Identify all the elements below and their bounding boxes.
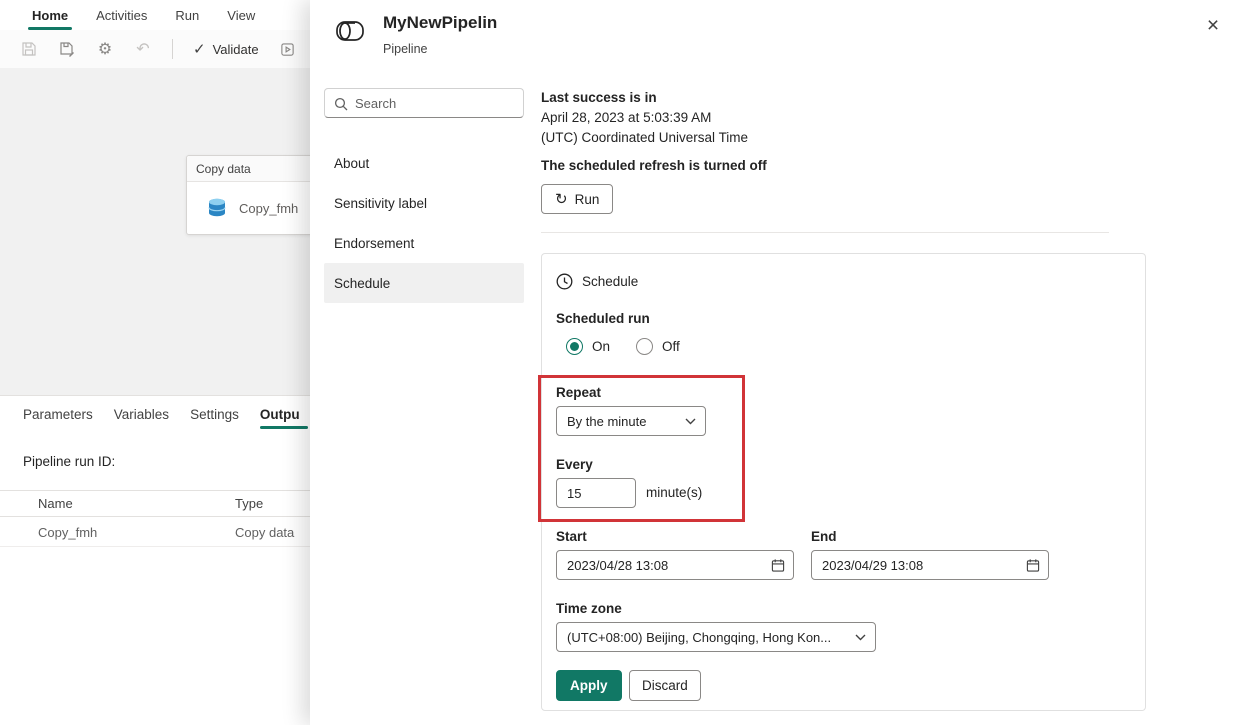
radio-off-label: Off [662,339,680,354]
copy-data-icon [205,196,229,220]
ribbon-menubar: Home Activities Run View [0,0,310,30]
every-field [556,478,636,508]
nav-item-about[interactable]: About [324,143,524,183]
radio-off-circle [636,338,654,355]
discard-button[interactable]: Discard [629,670,701,701]
calendar-icon[interactable] [1026,558,1040,573]
refresh-icon: ↻ [555,190,568,208]
pipeline-icon [330,11,370,51]
radio-off[interactable]: Off [636,338,680,355]
tab-output[interactable]: Outpu [259,396,308,432]
pipeline-run-id-label: Pipeline run ID: [23,454,116,469]
save-as-icon[interactable] [58,40,76,58]
end-label: End [811,529,837,544]
last-success-label: Last success is in [541,90,657,105]
start-label: Start [556,529,587,544]
pipeline-editor-workspace: Home Activities Run View ⚙ ↶ ✓ Validate [0,0,310,725]
copy-activity-header: Copy data [187,156,310,182]
every-input[interactable] [557,485,635,501]
toolbar-divider [172,39,173,59]
chevron-down-icon [685,418,696,424]
start-date-field [556,550,794,580]
pipeline-canvas[interactable]: Copy data Copy_fmh [0,68,310,395]
start-date-input[interactable] [557,557,771,573]
tab-view[interactable]: View [213,0,269,30]
dialog-search [324,88,524,118]
scheduled-run-radio-group: On Off [566,338,680,355]
undo-icon[interactable]: ↶ [134,40,152,58]
cell-activity-name: Copy_fmh [38,525,98,540]
scheduled-run-label: Scheduled run [556,311,650,326]
output-panel-tabs: Parameters Variables Settings Outpu [0,396,310,432]
schedule-card-title: Schedule [582,274,639,289]
table-row[interactable]: Copy_fmh Copy data [0,517,310,547]
radio-on-circle [566,338,583,355]
validate-label: Validate [212,41,259,57]
tab-activities[interactable]: Activities [82,0,161,30]
repeat-label: Repeat [556,385,602,400]
timezone-label: Time zone [556,601,622,616]
column-name: Name [38,496,73,511]
output-table-header: Name Type [0,490,310,517]
pipeline-settings-dialog: MyNewPipelin Pipeline × About Sensitivit… [310,0,1239,725]
refresh-status-text: The scheduled refresh is turned off [541,158,767,173]
nav-item-endorsement[interactable]: Endorsement [324,223,524,263]
repeat-dropdown-value: By the minute [567,413,647,429]
column-type: Type [235,496,264,511]
validate-button[interactable]: ✓ Validate [193,40,259,58]
save-icon[interactable] [20,40,38,58]
radio-on-label: On [592,339,611,354]
dialog-content: Last success is in April 28, 2023 at 5:0… [540,0,1230,725]
settings-gear-icon[interactable]: ⚙ [96,40,114,58]
dialog-title: MyNewPipelin [383,13,498,32]
app-root: Home Activities Run View ⚙ ↶ ✓ Validate [0,0,1239,725]
tab-settings[interactable]: Settings [190,396,239,432]
check-icon: ✓ [193,41,206,58]
tab-home[interactable]: Home [18,0,82,30]
tab-parameters[interactable]: Parameters [23,396,93,432]
output-panel: Parameters Variables Settings Outpu Pipe… [0,395,310,725]
timezone-dropdown-value: (UTC+08:00) Beijing, Chongqing, Hong Kon… [567,629,832,645]
chevron-down-icon [855,634,866,640]
clock-icon [556,273,573,290]
every-unit-label: minute(s) [646,485,703,500]
nav-item-sensitivity-label[interactable]: Sensitivity label [324,183,524,223]
end-date-field [811,550,1049,580]
every-label: Every [556,457,593,472]
ribbon-toolbar: ⚙ ↶ ✓ Validate [0,30,310,68]
content-divider [541,232,1109,233]
search-input[interactable] [325,89,523,117]
dialog-subtitle: Pipeline [383,42,428,56]
end-date-input[interactable] [812,557,1026,573]
schedule-card-header: Schedule [556,273,638,290]
calendar-icon[interactable] [771,558,785,573]
radio-on[interactable]: On [566,338,610,355]
run-button[interactable]: ↻ Run [541,184,614,214]
last-success-timezone: (UTC) Coordinated Universal Time [541,130,749,145]
tab-run[interactable]: Run [161,0,213,30]
tab-variables[interactable]: Variables [114,396,169,432]
last-success-value: April 28, 2023 at 5:03:39 AM [541,110,712,125]
dialog-nav: About Sensitivity label Endorsement Sche… [324,143,524,303]
copy-activity-name: Copy_fmh [239,200,299,216]
schedule-card: Schedule Scheduled run On Off Repeat By … [541,253,1146,711]
timezone-dropdown[interactable]: (UTC+08:00) Beijing, Chongqing, Hong Kon… [556,622,876,652]
debug-icon[interactable] [279,40,297,58]
apply-button[interactable]: Apply [556,670,622,701]
repeat-dropdown[interactable]: By the minute [556,406,706,436]
cell-activity-type: Copy data [235,525,295,540]
run-button-label: Run [574,191,600,207]
nav-item-schedule[interactable]: Schedule [324,263,524,303]
copy-activity-card[interactable]: Copy data Copy_fmh [186,155,310,235]
